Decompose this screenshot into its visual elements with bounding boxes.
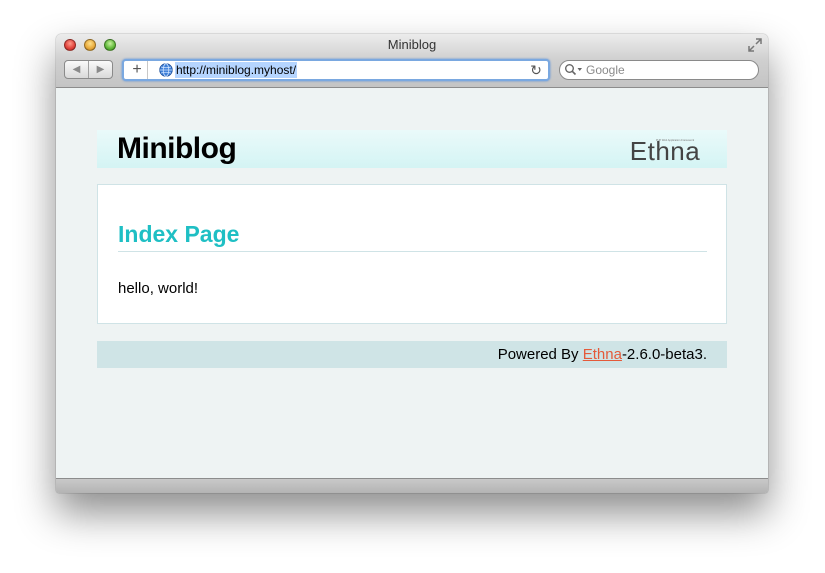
- search-input[interactable]: [586, 61, 746, 79]
- window-title: Miniblog: [387, 37, 437, 52]
- site-header: Miniblog PHP Web Application Framework E…: [97, 130, 727, 168]
- site-title: Miniblog: [117, 132, 237, 165]
- body-text: hello, world!: [118, 280, 199, 297]
- globe-icon: [159, 63, 173, 77]
- title-bar: Miniblog ◀ ▶ + http://miniblog.myhost/ ↻: [56, 34, 768, 88]
- forward-button[interactable]: ▶: [89, 61, 112, 78]
- main-content: Index Page hello, world!: [97, 184, 727, 324]
- address-bar[interactable]: + http://miniblog.myhost/ ↻: [122, 59, 550, 81]
- back-button[interactable]: ◀: [65, 61, 89, 78]
- back-forward-buttons: ◀ ▶: [64, 60, 113, 79]
- add-bookmark-button[interactable]: +: [127, 61, 148, 79]
- page-heading: Index Page: [118, 221, 240, 247]
- ethna-link[interactable]: Ethna: [583, 346, 622, 363]
- reload-icon[interactable]: ↻: [528, 62, 544, 78]
- footer-text: Powered By Ethna-2.6.0-beta3.: [498, 346, 707, 363]
- heading-divider: [118, 251, 707, 252]
- url-field[interactable]: http://miniblog.myhost/: [175, 62, 298, 78]
- footer-suffix: -2.6.0-beta3.: [621, 346, 707, 363]
- ethna-logo-text: Ethna: [630, 136, 700, 164]
- status-bar: [56, 478, 768, 493]
- fullscreen-icon[interactable]: [748, 38, 762, 52]
- site-footer: Powered By Ethna-2.6.0-beta3.: [97, 341, 727, 368]
- ethna-logo[interactable]: PHP Web Application Framework Ethna: [623, 134, 707, 164]
- browser-window: Miniblog ◀ ▶ + http://miniblog.myhost/ ↻: [56, 34, 768, 493]
- footer-prefix: Powered By: [497, 346, 583, 363]
- search-bar[interactable]: [559, 60, 759, 80]
- page-content: Miniblog PHP Web Application Framework E…: [56, 88, 768, 478]
- search-icon[interactable]: [564, 63, 584, 77]
